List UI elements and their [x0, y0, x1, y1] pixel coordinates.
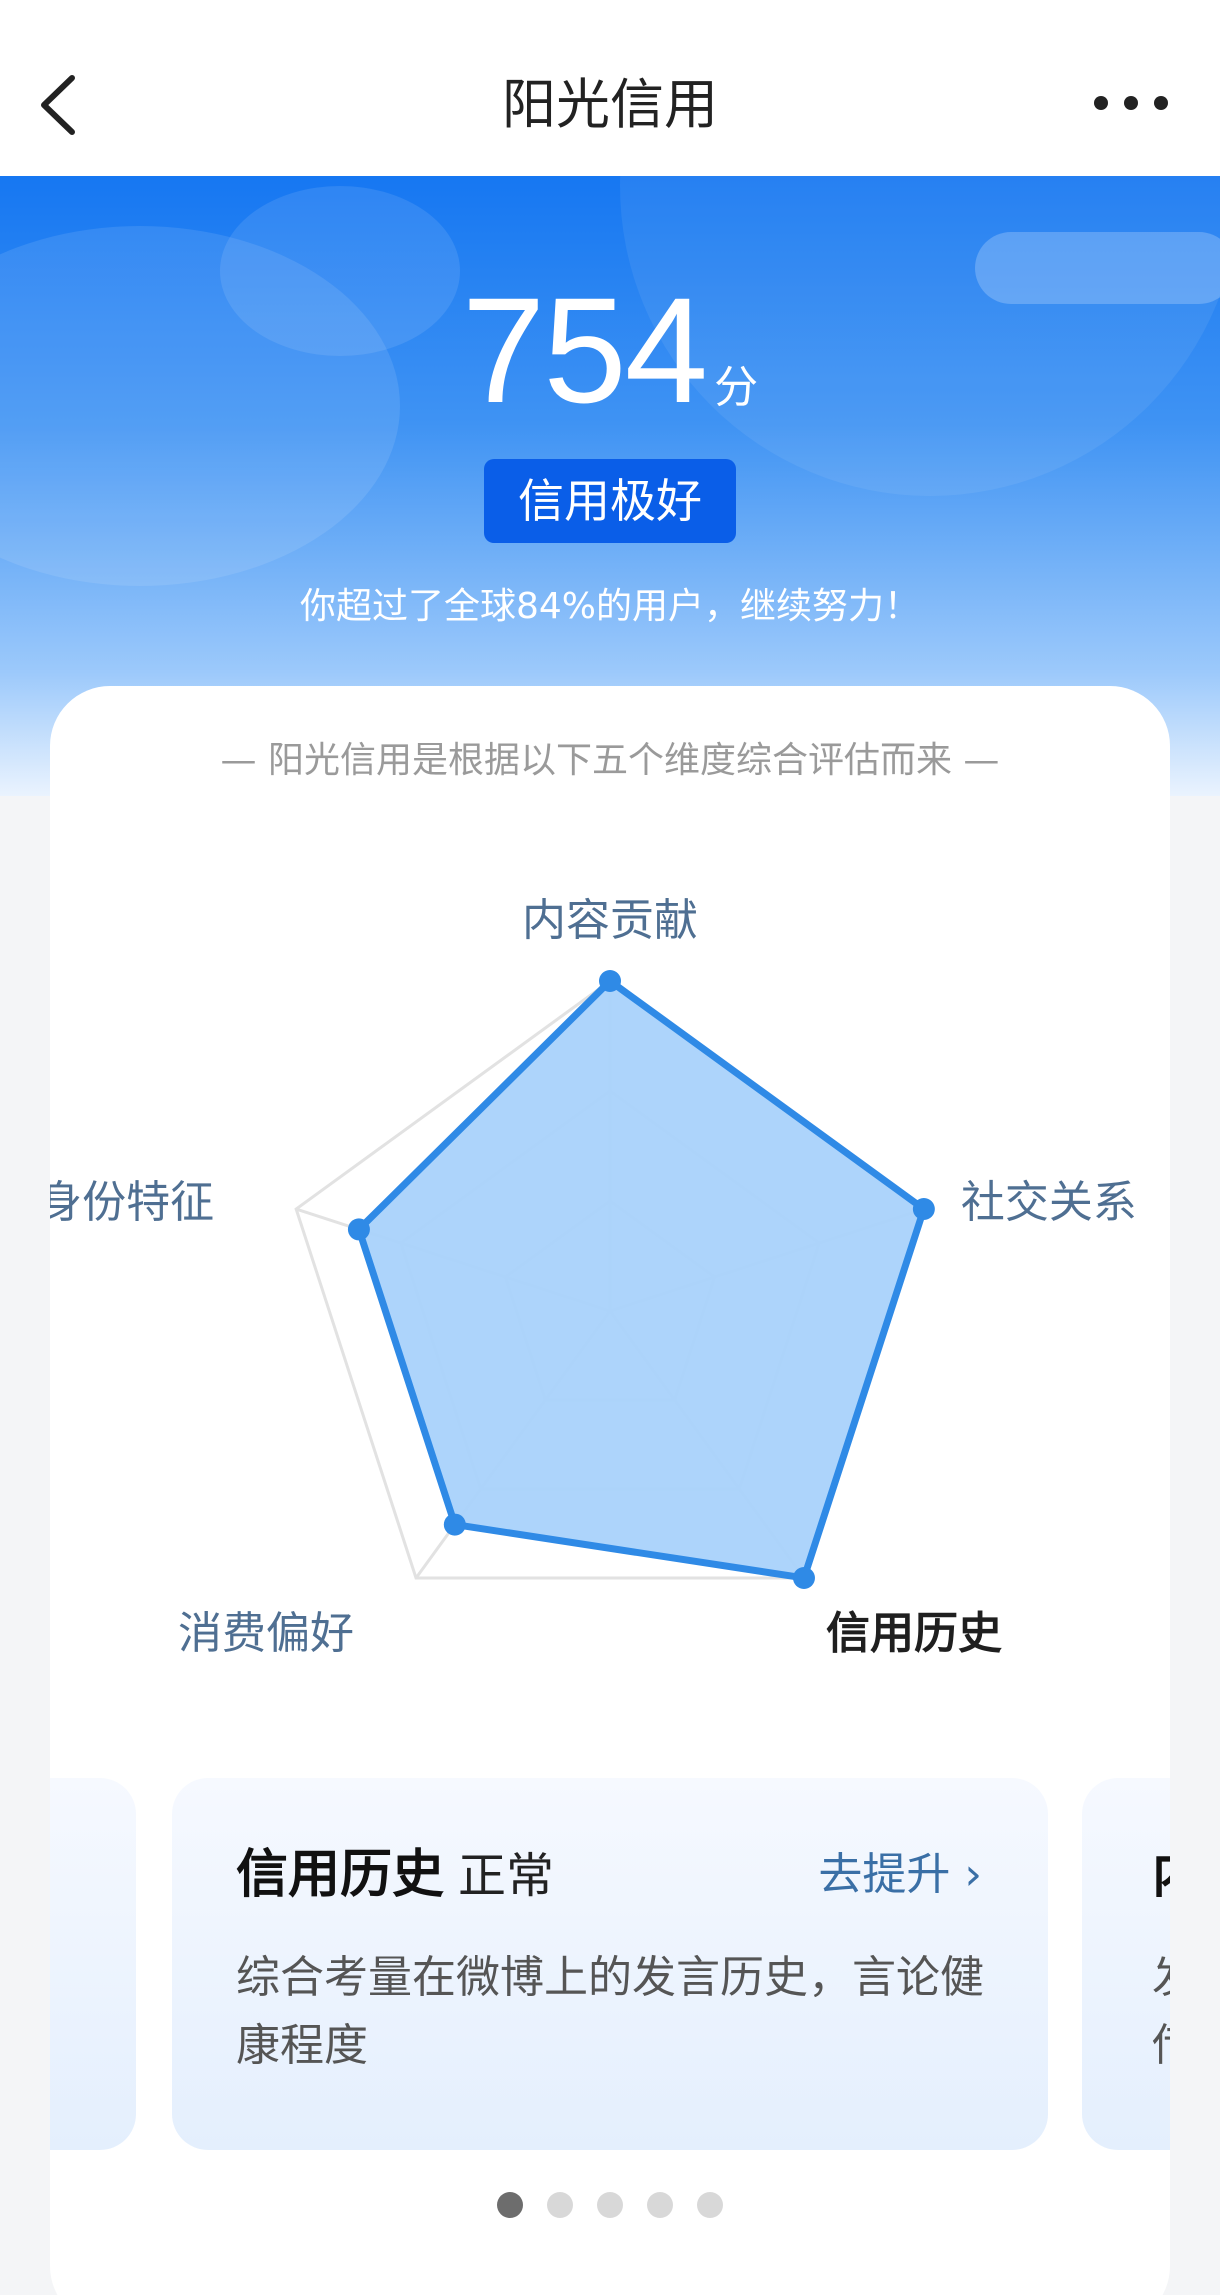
radar-point [443, 1513, 466, 1536]
dimension-card: — 阳光信用是根据以下五个维度综合评估而来 — 内容贡献 社交关系 信用历史 消费偏好… [50, 686, 1170, 2295]
credit-level-badge: 信用极好 [484, 459, 736, 543]
chevron-right-icon: › [950, 1849, 982, 1900]
pagination-dot[interactable] [697, 2192, 723, 2218]
radar-axis-label: 信用历史 [826, 1608, 1002, 1659]
radar-data-area [355, 977, 928, 1582]
score-unit: 分 [714, 362, 759, 413]
radar-axis-label: 消费偏好 [178, 1608, 354, 1659]
improve-label: 去提升 [818, 1849, 951, 1900]
radar-axis-label: 身份特征 [50, 1177, 214, 1228]
nav-bar: 阳光信用 [0, 0, 1220, 176]
credit-score: 754 分 [0, 275, 1220, 425]
radar-point [347, 1218, 370, 1241]
radar-axis-label: 社交关系 [961, 1177, 1137, 1228]
radar-point [599, 970, 621, 992]
dimension-carousel[interactable]: 信用历史正常 去提升 › 综合考量在微博上的发言历史，言论健康程度 内 发 传 [50, 1778, 1170, 2158]
rank-text: 你超过了全球84%的用户，继续努力！ [299, 586, 921, 627]
pagination-dot[interactable] [547, 2192, 573, 2218]
carousel-card-prev[interactable] [50, 1778, 136, 2150]
dimension-status: 正常 [458, 1848, 555, 1904]
peek-description: 发 传 [1152, 1944, 1170, 2080]
dimension-description: 综合考量在微博上的发言历史，言论健康程度 [236, 1952, 984, 2071]
page-title: 阳光信用 [502, 73, 718, 136]
radar-chart: 内容贡献社交关系信用历史 消费偏好 身份特征 [50, 895, 1137, 1659]
carousel-card-next[interactable]: 内 发 传 [1082, 1778, 1170, 2150]
dimension-name: 信用历史 [236, 1845, 445, 1905]
radar-point [792, 1566, 815, 1589]
score-value: 754 [461, 266, 708, 434]
carousel-pagination [50, 2192, 1170, 2222]
radar-point [912, 1198, 935, 1221]
carousel-card-current[interactable]: 信用历史 正常 去提升 › 综合考量在微博上的发言历史，言论健康程度 [172, 1778, 1048, 2150]
improve-link[interactable]: 去提升 › [818, 1844, 982, 1906]
peek-title: 内 [1152, 1840, 1170, 1910]
pagination-dot[interactable] [597, 2192, 623, 2218]
radar-axis-label: 内容贡献 [522, 895, 698, 946]
dimension-title: 信用历史 正常 [236, 1840, 554, 1911]
pagination-dot[interactable] [647, 2192, 673, 2218]
pagination-dot[interactable] [497, 2192, 523, 2218]
more-dots-icon[interactable] [1092, 88, 1170, 118]
